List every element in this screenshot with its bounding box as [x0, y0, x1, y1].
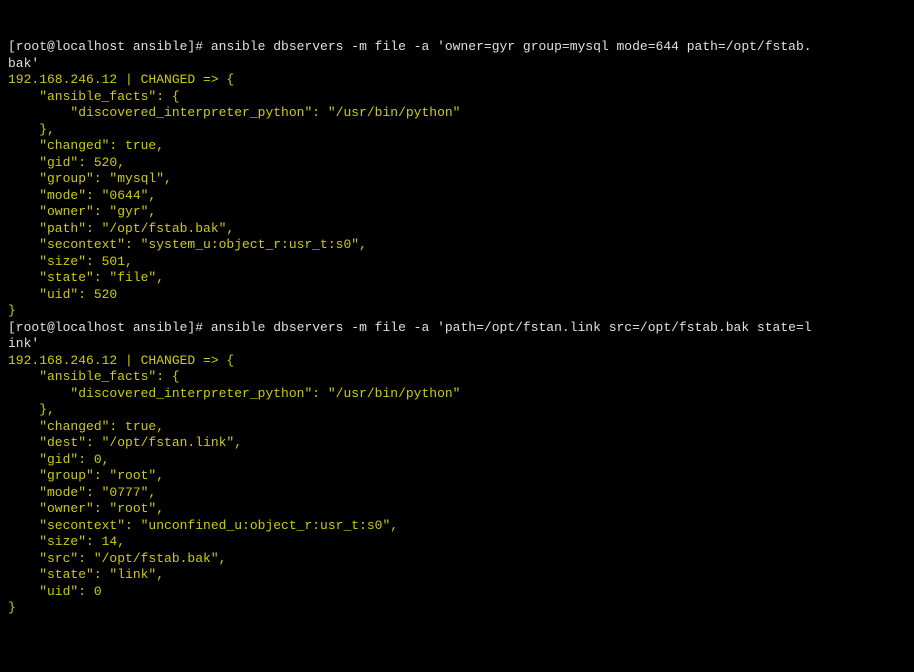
- out-2-close: }: [8, 600, 16, 615]
- cmd-2b: ink': [8, 336, 39, 351]
- out-1-facts-open: "ansible_facts": {: [8, 89, 180, 104]
- out-2-group: "group": "root",: [8, 468, 172, 483]
- out-1-mode: "mode": "0644",: [8, 188, 164, 203]
- out-2-facts-open: "ansible_facts": {: [8, 369, 180, 384]
- out-1-facts-close: },: [8, 122, 63, 137]
- out-2-header: 192.168.246.12 | CHANGED => {: [8, 353, 234, 368]
- out-2-facts-close: },: [8, 402, 63, 417]
- cmd-1b: bak': [8, 56, 39, 71]
- prompt-line-1: [root@localhost ansible]#: [8, 39, 211, 54]
- out-2-owner: "owner": "root",: [8, 501, 172, 516]
- out-2-size: "size": 14,: [8, 534, 133, 549]
- out-1-state: "state": "file",: [8, 270, 172, 285]
- out-2-mode: "mode": "0777",: [8, 485, 164, 500]
- cmd-1a: ansible dbservers -m file -a 'owner=gyr …: [211, 39, 812, 54]
- out-1-size: "size": 501,: [8, 254, 141, 269]
- prompt-line-2: [root@localhost ansible]#: [8, 320, 211, 335]
- out-2-changed: "changed": true,: [8, 419, 172, 434]
- out-2-dest: "dest": "/opt/fstan.link",: [8, 435, 250, 450]
- out-1-uid: "uid": 520: [8, 287, 117, 302]
- out-1-close: }: [8, 303, 16, 318]
- out-2-discovered: "discovered_interpreter_python": "/usr/b…: [8, 386, 460, 401]
- out-2-src: "src": "/opt/fstab.bak",: [8, 551, 234, 566]
- out-1-path: "path": "/opt/fstab.bak",: [8, 221, 242, 236]
- out-1-owner: "owner": "gyr",: [8, 204, 164, 219]
- out-2-state: "state": "link",: [8, 567, 172, 582]
- terminal-output: [root@localhost ansible]# ansible dbserv…: [8, 39, 906, 617]
- out-1-group: "group": "mysql",: [8, 171, 180, 186]
- out-1-gid: "gid": 520,: [8, 155, 133, 170]
- out-2-uid: "uid": 0: [8, 584, 102, 599]
- out-1-header: 192.168.246.12 | CHANGED => {: [8, 72, 234, 87]
- out-1-secontext: "secontext": "system_u:object_r:usr_t:s0…: [8, 237, 375, 252]
- out-1-discovered: "discovered_interpreter_python": "/usr/b…: [8, 105, 460, 120]
- out-1-changed: "changed": true,: [8, 138, 172, 153]
- out-2-gid: "gid": 0,: [8, 452, 117, 467]
- cmd-2a: ansible dbservers -m file -a 'path=/opt/…: [211, 320, 812, 335]
- out-2-secontext: "secontext": "unconfined_u:object_r:usr_…: [8, 518, 406, 533]
